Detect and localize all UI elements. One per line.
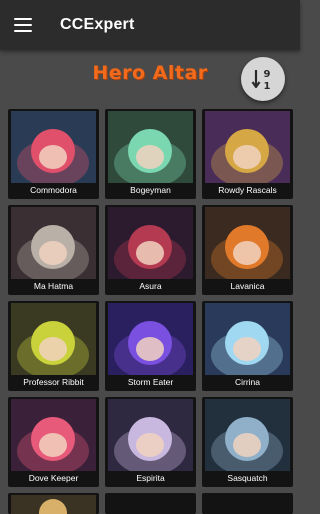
menu-button[interactable]: [0, 0, 46, 50]
hero-card[interactable]: Asura: [105, 205, 196, 295]
hero-card[interactable]: Espirita: [105, 397, 196, 487]
hamburger-menu-icon: [14, 18, 32, 32]
hero-portrait: [205, 207, 290, 279]
hero-name: Professor Ribbit: [23, 377, 84, 387]
hero-name: Rowdy Rascals: [218, 185, 277, 195]
hero-portrait: [205, 303, 290, 375]
sort-bottom-digit: 1: [264, 81, 271, 91]
hero-name: Cirrina: [234, 377, 261, 387]
hero-card[interactable]: Sasquatch: [202, 397, 293, 487]
hero-portrait: [108, 207, 193, 279]
hero-grid: Commodora Bogeyman Rowdy Rascals Ma Hatma As…: [8, 109, 293, 487]
hero-portrait: [205, 399, 290, 471]
hero-portrait: [108, 111, 193, 183]
sort-numeric-desc-icon: 9 1: [251, 69, 271, 91]
hero-name: Asura: [139, 281, 162, 291]
hero-portrait: [108, 303, 193, 375]
hero-name: Bogeyman: [130, 185, 171, 195]
hero-name: Dove Keeper: [28, 473, 79, 483]
hero-card[interactable]: Lavanica: [202, 205, 293, 295]
hero-portrait: [108, 399, 193, 471]
hero-card[interactable]: Ma Hatma: [8, 205, 99, 295]
hero-name: Ma Hatma: [33, 281, 74, 291]
app-bar: CCExpert: [0, 0, 300, 50]
hero-card[interactable]: Commodora: [8, 109, 99, 199]
hero-portrait: [205, 111, 290, 183]
hero-name: Commodora: [30, 185, 77, 195]
hero-card[interactable]: Storm Eater: [105, 301, 196, 391]
hero-card[interactable]: Bogeyman: [105, 109, 196, 199]
hero-card[interactable]: Professor Ribbit: [8, 301, 99, 391]
hero-portrait: [11, 207, 96, 279]
hero-card[interactable]: Dove Keeper: [8, 397, 99, 487]
hero-name: Sasquatch: [227, 473, 268, 483]
hero-card-partial[interactable]: [8, 493, 99, 514]
sort-top-digit: 9: [264, 69, 271, 80]
hero-name: Storm Eater: [127, 377, 174, 387]
hero-card[interactable]: Rowdy Rascals: [202, 109, 293, 199]
hero-portrait: [11, 303, 96, 375]
hero-name: Espirita: [136, 473, 165, 483]
hero-card[interactable]: Cirrina: [202, 301, 293, 391]
hero-grid-partial-row: [8, 493, 293, 514]
sort-button[interactable]: 9 1: [241, 57, 285, 101]
hero-portrait: [11, 399, 96, 471]
hero-portrait: [11, 111, 96, 183]
hero-card-partial[interactable]: [105, 493, 196, 514]
app-title: CCExpert: [60, 16, 135, 33]
hero-card-partial[interactable]: [202, 493, 293, 514]
hero-name: Lavanica: [230, 281, 265, 291]
